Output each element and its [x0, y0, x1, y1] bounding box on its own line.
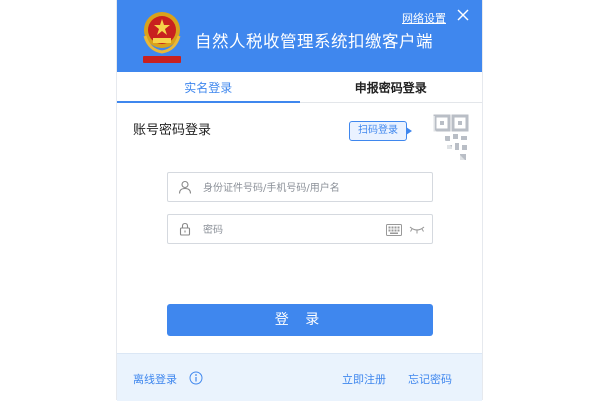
close-icon[interactable]	[456, 8, 470, 22]
username-field	[167, 172, 433, 202]
login-tabs: 实名登录 申报密码登录	[117, 72, 482, 103]
tax-emblem-icon	[143, 12, 181, 63]
login-window: 自然人税收管理系统扣缴客户端 网络设置 实名登录 申报密码登录 账号密码登录 扫…	[116, 0, 483, 401]
lock-icon	[179, 222, 191, 236]
password-field	[167, 214, 433, 244]
user-icon	[178, 180, 192, 194]
scan-login-badge[interactable]: 扫码登录	[349, 121, 412, 141]
eye-closed-icon[interactable]	[409, 225, 425, 234]
offline-login-link[interactable]: 离线登录	[133, 371, 177, 387]
network-settings-link[interactable]: 网络设置	[402, 10, 446, 26]
section-title: 账号密码登录	[133, 123, 212, 138]
qr-code-icon[interactable]	[421, 114, 471, 164]
username-input[interactable]	[201, 177, 385, 199]
keyboard-icon[interactable]	[386, 224, 402, 236]
header-bar: 自然人税收管理系统扣缴客户端 网络设置	[117, 0, 482, 72]
login-button[interactable]: 登 录	[167, 304, 433, 336]
tab-declaration-password-login[interactable]: 申报密码登录	[300, 72, 483, 102]
tab-real-name-login[interactable]: 实名登录	[117, 72, 300, 103]
info-icon[interactable]	[189, 371, 203, 385]
footer-bar: 离线登录 立即注册 忘记密码	[117, 353, 482, 401]
register-link[interactable]: 立即注册	[342, 371, 386, 387]
password-input[interactable]	[201, 219, 385, 241]
forgot-password-link[interactable]: 忘记密码	[408, 371, 452, 387]
app-title: 自然人税收管理系统扣缴客户端	[195, 32, 433, 51]
